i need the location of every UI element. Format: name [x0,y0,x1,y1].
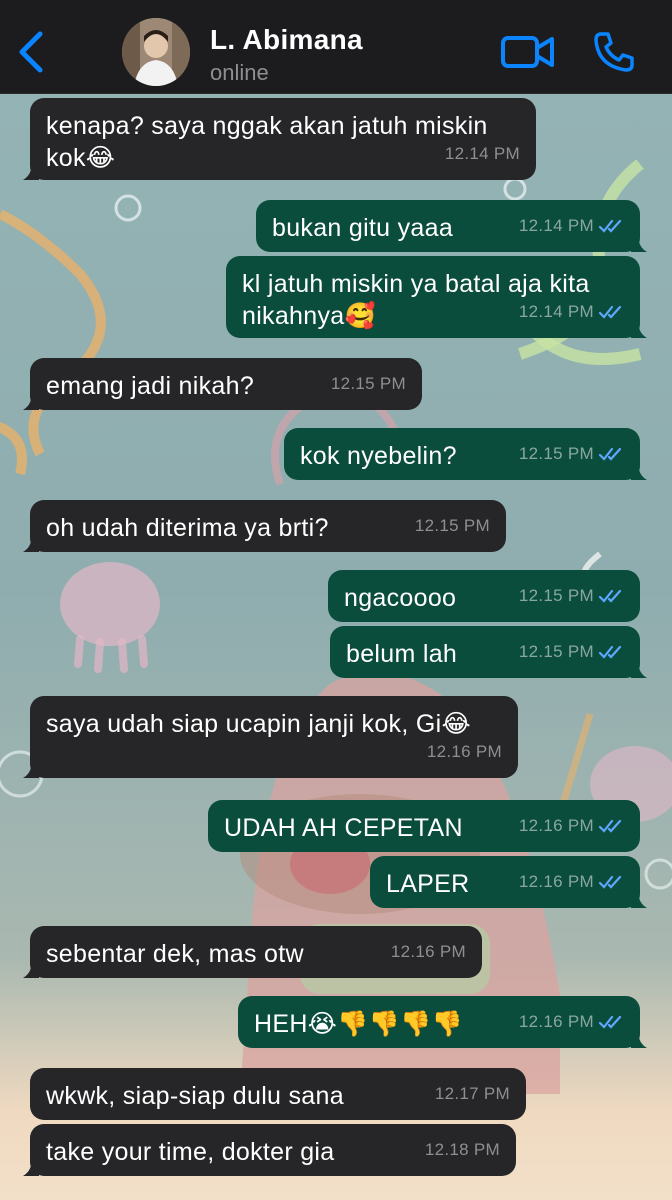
message-outgoing[interactable]: bukan gitu yaaa 12.14 PM [256,200,647,252]
message-incoming[interactable]: wkwk, siap-siap dulu sana 12.17 PM [30,1068,526,1120]
message-outgoing[interactable]: ngacoooo 12.15 PM [328,570,640,622]
message-time: 12.17 PM [434,1084,510,1103]
double-check-icon [598,819,622,833]
message-time: 12.18 PM [424,1140,500,1159]
chat-header: L. Abimana online [0,0,672,94]
double-check-icon [598,875,622,889]
message-incoming[interactable]: saya udah siap ucapin janji kok, Gi😂 12.… [23,696,518,778]
video-camera-icon [501,36,554,68]
message-outgoing[interactable]: kl jatuh miskin ya batal aja kita nikahn… [226,256,647,338]
message-time: 12.15 PM [518,642,594,661]
message-time: 12.14 PM [518,216,594,235]
message-time: 12.16 PM [518,872,594,891]
contact-avatar[interactable] [122,18,190,86]
phone-icon [594,32,634,72]
message-time: 12.14 PM [518,302,594,321]
message-outgoing[interactable]: LAPER 12.16 PM [370,856,647,908]
message-incoming[interactable]: emang jadi nikah? 12.15 PM [23,358,422,410]
back-button[interactable] [14,28,50,76]
message-outgoing[interactable]: kok nyebelin? 12.15 PM [284,428,647,480]
avatar-photo [122,18,190,86]
voice-call-button[interactable] [592,30,636,74]
double-check-icon [598,645,622,659]
message-outgoing[interactable]: belum lah 12.15 PM [330,626,647,678]
double-check-icon [598,219,622,233]
message-list[interactable]: kenapa? saya nggak akan jatuh miskin kok… [0,94,672,1200]
message-time: 12.16 PM [426,742,502,761]
message-incoming[interactable]: take your time, dokter gia 12.18 PM [23,1124,516,1176]
video-call-button[interactable] [500,30,556,74]
message-time: 12.16 PM [518,816,594,835]
message-incoming[interactable]: sebentar dek, mas otw 12.16 PM [23,926,482,978]
message-incoming[interactable]: kenapa? saya nggak akan jatuh miskin kok… [23,98,536,180]
message-outgoing[interactable]: HEH😭👎👎👎👎 12.16 PM [238,996,647,1048]
contact-name[interactable]: L. Abimana [210,24,363,56]
message-time: 12.14 PM [444,144,520,163]
message-outgoing[interactable]: UDAH AH CEPETAN 12.16 PM [208,800,640,852]
double-check-icon [598,1015,622,1029]
message-time: 12.16 PM [390,942,466,961]
double-check-icon [598,447,622,461]
message-time: 12.15 PM [518,444,594,463]
message-incoming[interactable]: oh udah diterima ya brti? 12.15 PM [23,500,506,552]
message-time: 12.15 PM [330,374,406,393]
contact-status: online [210,60,269,85]
message-time: 12.15 PM [518,586,594,605]
double-check-icon [598,305,622,319]
message-time: 12.15 PM [414,516,490,535]
chevron-left-icon [19,31,43,73]
double-check-icon [598,589,622,603]
message-time: 12.16 PM [518,1012,594,1031]
